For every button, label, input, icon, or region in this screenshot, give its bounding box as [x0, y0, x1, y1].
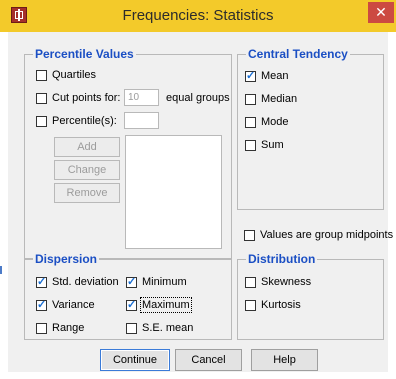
- kurtosis-label: Kurtosis: [261, 299, 301, 311]
- remove-button[interactable]: Remove: [54, 183, 120, 203]
- mean-label: Mean: [261, 70, 289, 82]
- median-label: Median: [261, 93, 298, 105]
- group-midpoints-label: Values are group midpoints: [260, 229, 394, 241]
- percentile-values-group: Percentile Values Quartiles Cut points f…: [24, 46, 232, 259]
- maximum-checkbox[interactable]: Maximum: [126, 297, 192, 313]
- window-edge-marker: [0, 266, 2, 274]
- central-tendency-group: Central Tendency Mean Median Mode Sum: [237, 46, 384, 210]
- help-button[interactable]: Help: [251, 349, 318, 371]
- variance-checkbox[interactable]: Variance: [36, 298, 95, 311]
- continue-button[interactable]: Continue: [100, 349, 170, 371]
- range-label: Range: [52, 322, 85, 334]
- sum-label: Sum: [261, 139, 284, 151]
- cut-points-input[interactable]: 10: [124, 89, 159, 106]
- dispersion-legend: Dispersion: [33, 251, 100, 267]
- mode-label: Mode: [261, 116, 289, 128]
- percentiles-label: Percentile(s):: [52, 115, 117, 127]
- mode-box[interactable]: [245, 116, 256, 128]
- range-box[interactable]: [36, 322, 47, 334]
- percentiles-list[interactable]: [125, 135, 222, 249]
- minimum-checkbox[interactable]: Minimum: [126, 275, 187, 288]
- se-mean-box[interactable]: [126, 322, 137, 334]
- mean-checkbox[interactable]: Mean: [245, 69, 289, 82]
- add-button[interactable]: Add: [54, 137, 120, 157]
- cut-points-checkbox[interactable]: Cut points for:: [36, 92, 120, 104]
- quartiles-label: Quartiles: [52, 69, 97, 81]
- mode-checkbox[interactable]: Mode: [245, 116, 289, 128]
- se-mean-checkbox[interactable]: S.E. mean: [126, 322, 193, 334]
- change-button[interactable]: Change: [54, 160, 120, 180]
- close-button[interactable]: ✕: [368, 2, 394, 23]
- std-deviation-label: Std. deviation: [52, 276, 119, 288]
- percentiles-box[interactable]: [36, 115, 47, 127]
- kurtosis-box[interactable]: [245, 299, 256, 311]
- group-midpoints-checkbox[interactable]: Values are group midpoints: [244, 229, 393, 241]
- equal-groups-label: equal groups: [166, 92, 230, 104]
- central-tendency-legend: Central Tendency: [246, 46, 350, 62]
- cancel-button[interactable]: Cancel: [175, 349, 242, 371]
- cut-points-box[interactable]: [36, 92, 47, 104]
- window-title: Frequencies: Statistics: [122, 7, 274, 24]
- minimum-box[interactable]: [126, 275, 137, 288]
- maximum-label: Maximum: [140, 297, 192, 313]
- percentile-values-legend: Percentile Values: [33, 46, 136, 62]
- skewness-checkbox[interactable]: Skewness: [245, 276, 311, 288]
- title-bar: Frequencies: Statistics ✕: [0, 0, 396, 32]
- quartiles-checkbox[interactable]: Quartiles: [36, 69, 96, 81]
- sum-checkbox[interactable]: Sum: [245, 139, 284, 151]
- range-checkbox[interactable]: Range: [36, 322, 84, 334]
- distribution-group: Distribution Skewness Kurtosis: [237, 251, 384, 340]
- mean-box[interactable]: [245, 69, 256, 82]
- se-mean-label: S.E. mean: [142, 322, 194, 334]
- dispersion-group: Dispersion Std. deviation Minimum Varian…: [24, 251, 232, 340]
- percentiles-checkbox[interactable]: Percentile(s):: [36, 115, 117, 127]
- skewness-label: Skewness: [261, 276, 312, 288]
- median-box[interactable]: [245, 93, 256, 105]
- percentiles-input[interactable]: [124, 112, 159, 129]
- minimum-label: Minimum: [142, 276, 187, 288]
- distribution-legend: Distribution: [246, 251, 318, 267]
- std-deviation-checkbox[interactable]: Std. deviation: [36, 275, 119, 288]
- quartiles-box[interactable]: [36, 69, 47, 81]
- sum-box[interactable]: [245, 139, 256, 151]
- skewness-box[interactable]: [245, 276, 256, 288]
- variance-box[interactable]: [36, 298, 47, 311]
- maximum-box[interactable]: [126, 298, 137, 311]
- variance-label: Variance: [52, 299, 95, 311]
- dialog-body: Percentile Values Quartiles Cut points f…: [8, 32, 393, 372]
- std-deviation-box[interactable]: [36, 275, 47, 288]
- median-checkbox[interactable]: Median: [245, 93, 297, 105]
- kurtosis-checkbox[interactable]: Kurtosis: [245, 299, 301, 311]
- group-midpoints-box[interactable]: [244, 229, 255, 241]
- cut-points-label: Cut points for:: [52, 92, 121, 104]
